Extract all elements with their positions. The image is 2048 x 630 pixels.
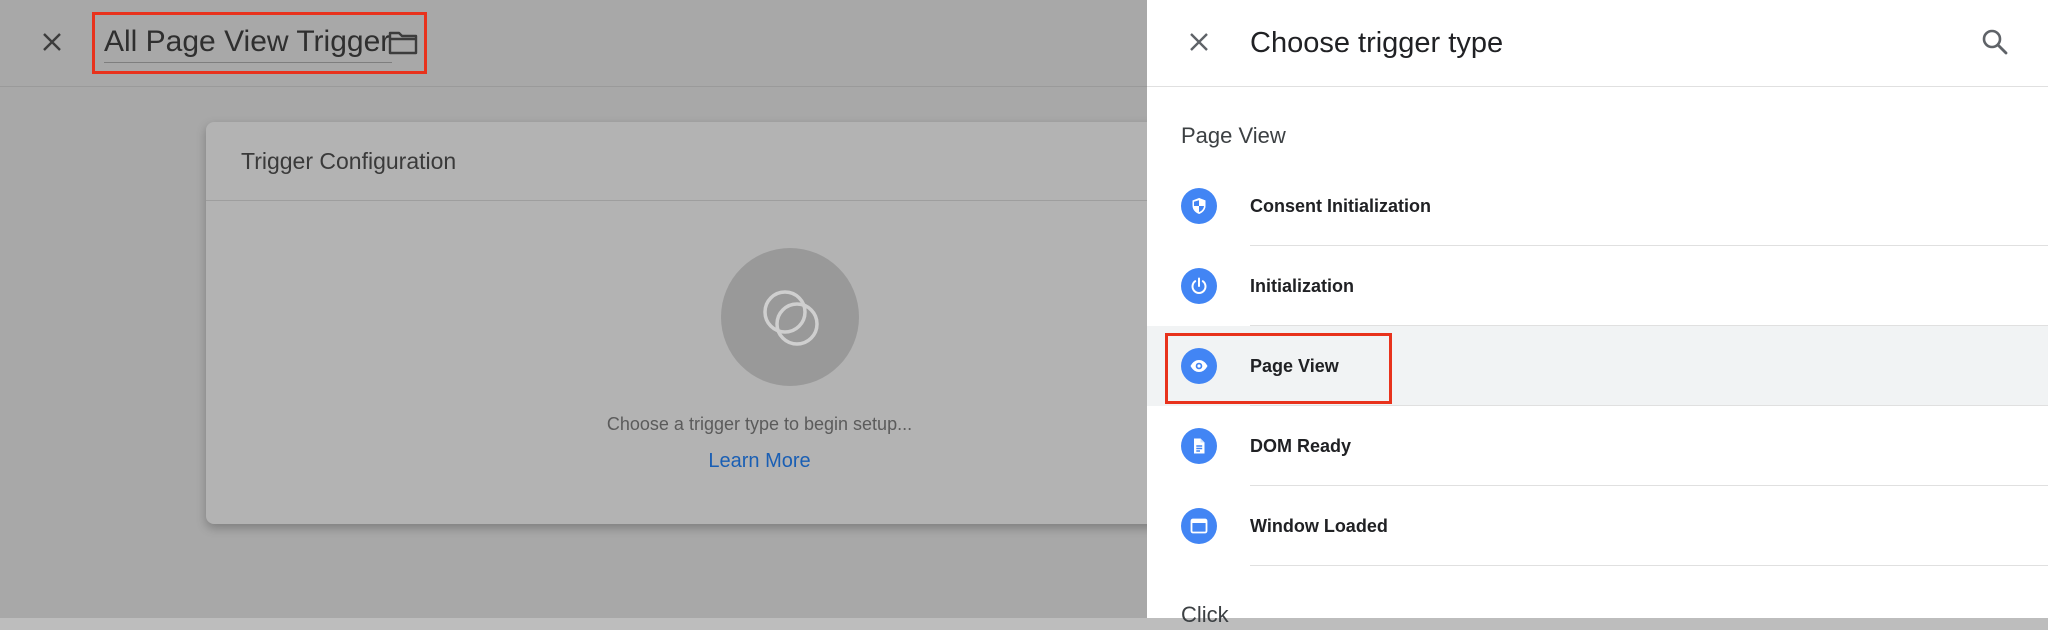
trigger-type-label: Page View bbox=[1250, 356, 1339, 376]
window-icon-badge bbox=[1181, 508, 1217, 544]
trigger-type-consent-initialization[interactable]: Consent Initialization bbox=[1147, 166, 2048, 246]
trigger-placeholder-icon[interactable] bbox=[721, 248, 859, 386]
power-icon-badge bbox=[1181, 268, 1217, 304]
editor-header: All Page View Trigger bbox=[0, 0, 1147, 87]
window-icon bbox=[1190, 518, 1208, 534]
trigger-name-input[interactable]: All Page View Trigger bbox=[104, 22, 393, 63]
search-icon bbox=[1982, 29, 2008, 55]
overlapping-circles-icon bbox=[763, 290, 819, 346]
search-button[interactable] bbox=[1975, 22, 2015, 62]
row-divider bbox=[1250, 565, 2048, 566]
trigger-type-label: DOM Ready bbox=[1250, 436, 1352, 456]
close-editor-button[interactable] bbox=[34, 24, 70, 60]
trigger-type-page-view[interactable]: Page View bbox=[1147, 326, 2048, 406]
eye-icon bbox=[1190, 360, 1208, 372]
close-icon bbox=[1190, 33, 1208, 51]
trigger-configuration-card[interactable]: Trigger Configuration Choose a trigger t… bbox=[206, 122, 1166, 524]
config-card-title: Trigger Configuration bbox=[241, 148, 457, 174]
trigger-type-window-loaded[interactable]: Window Loaded bbox=[1147, 486, 2048, 566]
section-label-click: Click bbox=[1181, 602, 1229, 627]
trigger-type-label: Initialization bbox=[1250, 276, 1355, 296]
trigger-type-label: Consent Initialization bbox=[1250, 196, 1432, 216]
panel-title: Choose trigger type bbox=[1250, 27, 1504, 59]
panel-header: Choose trigger type bbox=[1147, 0, 2048, 87]
eye-icon-badge bbox=[1181, 348, 1217, 384]
power-icon bbox=[1191, 277, 1207, 294]
section-label-page-view: Page View bbox=[1181, 123, 1286, 148]
document-icon-badge bbox=[1181, 428, 1217, 464]
config-divider bbox=[206, 200, 1166, 201]
folder-icon bbox=[388, 31, 418, 55]
shield-icon-badge bbox=[1181, 188, 1217, 224]
trigger-type-dom-ready[interactable]: DOM Ready bbox=[1147, 406, 2048, 486]
folder-button[interactable] bbox=[386, 26, 420, 58]
trigger-type-initialization[interactable]: Initialization bbox=[1147, 246, 2048, 326]
close-icon bbox=[43, 33, 61, 51]
choose-trigger-type-panel: Choose trigger type Page View Consent In… bbox=[1147, 0, 2048, 627]
shield-icon bbox=[1192, 198, 1206, 214]
document-icon bbox=[1194, 438, 1205, 454]
close-panel-button[interactable] bbox=[1181, 24, 1217, 60]
trigger-type-label: Window Loaded bbox=[1250, 516, 1388, 536]
